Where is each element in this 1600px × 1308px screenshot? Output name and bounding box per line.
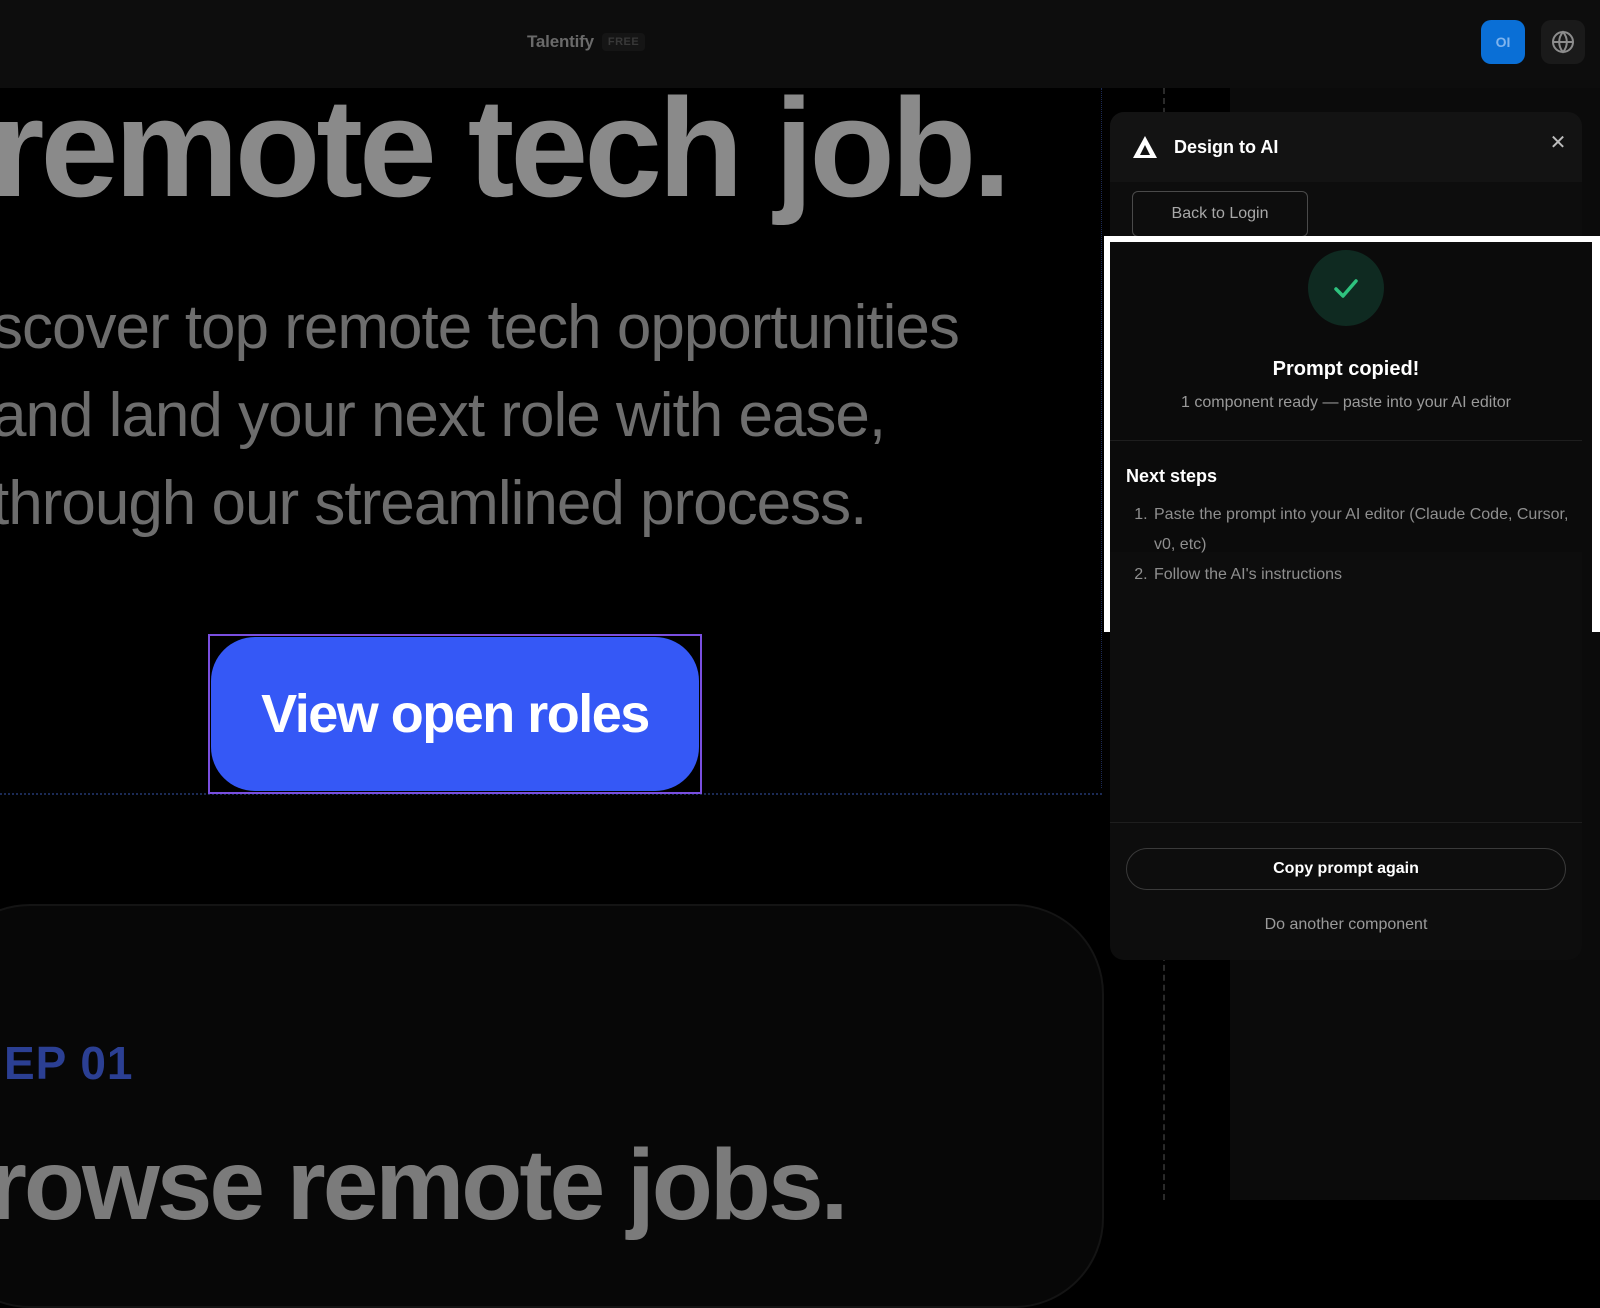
close-icon[interactable]: ✕ [1547,131,1569,153]
success-subtitle: 1 component ready — paste into your AI e… [1181,394,1511,411]
view-open-roles-button[interactable]: View open roles [211,637,699,791]
next-steps-list: Paste the prompt into your AI editor (Cl… [1126,500,1582,590]
plan-badge: FREE [601,33,646,51]
panel-header: Design to AI ✕ [1110,112,1582,182]
step-card [0,904,1104,1308]
divider [1110,440,1582,441]
divider [1110,822,1582,823]
brand-name: Talentify [527,32,594,51]
next-step-item: Paste the prompt into your AI editor (Cl… [1152,500,1582,560]
back-to-login-button[interactable]: Back to Login [1132,191,1308,237]
layout-guide [1101,88,1102,788]
hero-subtitle: scover top remote tech opportunities and… [0,284,1052,548]
copy-prompt-again-button[interactable]: Copy prompt again [1126,848,1566,890]
success-title: Prompt copied! [1272,358,1420,380]
next-steps-title: Next steps [1126,466,1218,486]
hero-subtitle-line: and land your next role with ease, [0,381,886,450]
design-to-ai-panel: Design to AI ✕ Back to Login Prompt copi… [1110,112,1582,960]
hero-title: remote tech job. [0,69,1011,226]
globe-icon [1552,30,1574,54]
hero-subtitle-line: scover top remote tech opportunities [0,293,960,362]
panel-title: Design to AI [1174,137,1279,157]
avatar[interactable]: OI [1481,20,1525,64]
checkmark-icon [1334,279,1358,298]
step-title: rowse remote jobs. [0,1129,848,1241]
hero-subtitle-line: through our streamlined process. [0,469,867,538]
do-another-component-link[interactable]: Do another component [1110,916,1582,934]
triangle-logo-icon [1133,136,1157,158]
language-button[interactable] [1541,20,1585,64]
brand: Talentify FREE [527,32,646,52]
step-label: EP 01 [4,1037,134,1089]
next-step-item: Follow the AI's instructions [1152,560,1582,590]
success-badge [1308,250,1384,326]
